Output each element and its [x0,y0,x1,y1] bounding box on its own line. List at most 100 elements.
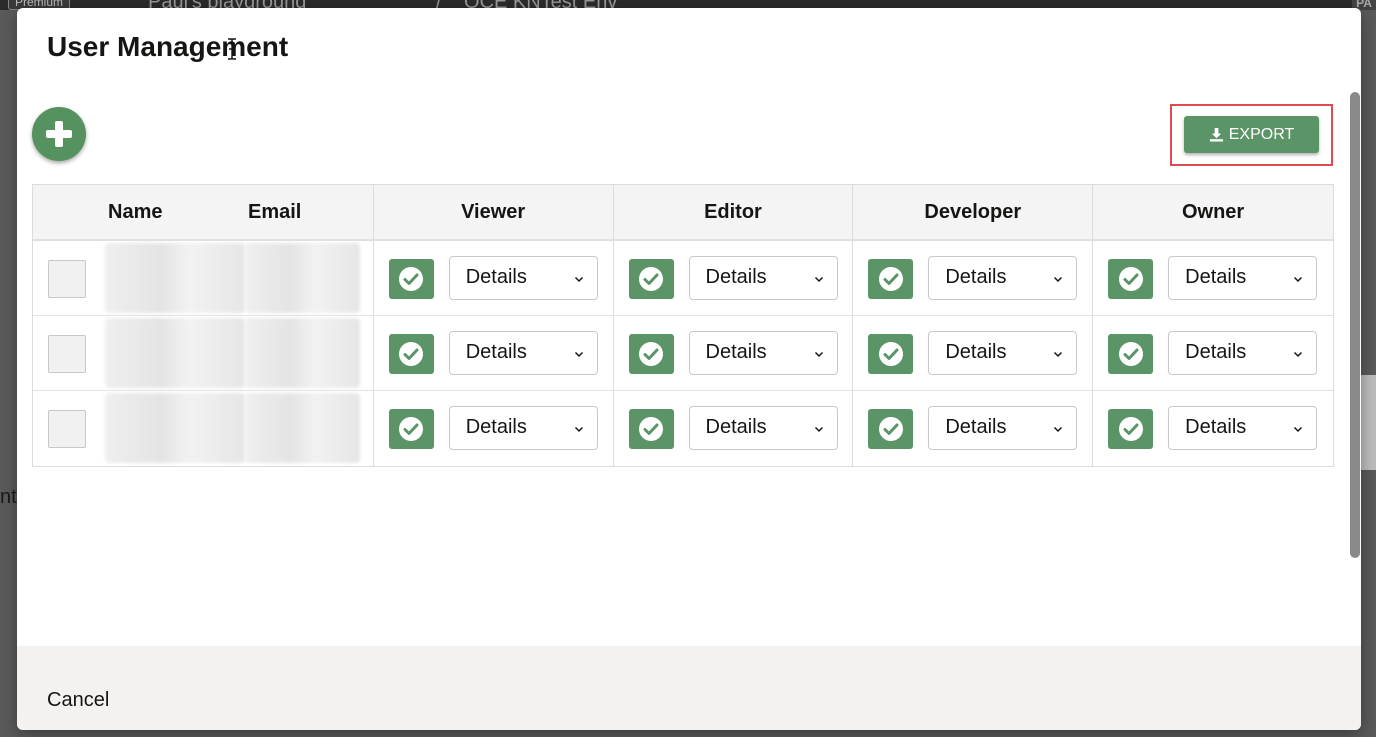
column-header-developer: Developer [924,201,1022,223]
dropdown-value: Details [1185,416,1247,438]
viewer-enabled-toggle[interactable] [388,259,434,299]
table-header-row: Name Email Viewer Editor Developer Owner [33,185,1333,241]
editor-details-dropdown[interactable]: Details [688,406,838,450]
download-icon [1209,127,1223,142]
owner-details-dropdown[interactable]: Details [1168,406,1318,450]
owner-details-dropdown[interactable]: Details [1168,331,1318,375]
viewer-cell: Details [374,241,614,315]
chevron-down-icon [1054,426,1063,433]
developer-cell: Details [853,241,1094,315]
editor-details-dropdown[interactable]: Details [688,331,838,375]
chevron-down-icon [1054,276,1063,283]
check-circle-icon [878,267,903,291]
dropdown-value: Details [705,416,767,438]
chevron-down-icon [1294,276,1303,283]
viewer-details-dropdown[interactable]: Details [448,406,598,450]
chevron-down-icon [574,426,583,433]
column-header-name[interactable]: Name [108,185,162,239]
check-circle-icon [399,342,424,366]
column-header-editor: Editor [704,201,762,223]
developer-enabled-toggle[interactable] [868,334,914,374]
editor-enabled-toggle[interactable] [628,409,674,449]
export-label: EXPORT [1228,125,1295,143]
owner-enabled-toggle[interactable] [1108,259,1154,299]
dialog-scrollbar[interactable] [1350,92,1360,558]
editor-cell: Details [614,316,854,390]
dropdown-value: Details [465,341,527,363]
row-select-checkbox[interactable] [48,335,86,373]
dropdown-value: Details [705,266,767,288]
viewer-cell: Details [374,391,614,466]
chevron-down-icon [574,351,583,358]
dropdown-value: Details [1185,341,1247,363]
check-circle-icon [399,417,424,441]
developer-enabled-toggle[interactable] [868,409,914,449]
table-row: Details Details Details Details [33,391,1333,466]
owner-cell: Details [1093,241,1333,315]
developer-details-dropdown[interactable]: Details [928,256,1078,300]
dropdown-value: Details [945,341,1007,363]
text-cursor-icon [228,38,236,60]
check-circle-icon [639,417,664,441]
owner-cell: Details [1093,316,1333,390]
table-row: Details Details Details Details [33,241,1333,316]
developer-enabled-toggle[interactable] [868,259,914,299]
plus-icon [46,121,72,147]
chevron-down-icon [574,276,583,283]
background-side-panel [1361,375,1376,470]
dialog-footer: Cancel [17,646,1361,730]
editor-cell: Details [614,391,854,466]
editor-details-dropdown[interactable]: Details [688,256,838,300]
chevron-down-icon [814,276,823,283]
row-select-checkbox[interactable] [48,410,86,448]
background-text-fragment: nt [0,486,17,508]
developer-details-dropdown[interactable]: Details [928,406,1078,450]
check-circle-icon [639,342,664,366]
owner-cell: Details [1093,391,1333,466]
owner-details-dropdown[interactable]: Details [1168,256,1318,300]
column-header-email[interactable]: Email [248,185,301,239]
user-email-redacted [245,318,360,388]
viewer-enabled-toggle[interactable] [388,334,434,374]
developer-details-dropdown[interactable]: Details [928,331,1078,375]
viewer-enabled-toggle[interactable] [388,409,434,449]
dropdown-value: Details [705,341,767,363]
user-management-dialog: User Management EXPORT Name Email Viewer… [17,8,1361,730]
developer-cell: Details [853,316,1094,390]
dropdown-value: Details [465,266,527,288]
user-email-redacted [245,243,360,313]
owner-enabled-toggle[interactable] [1108,334,1154,374]
chevron-down-icon [1294,426,1303,433]
check-circle-icon [399,267,424,291]
export-button[interactable]: EXPORT [1184,116,1319,153]
viewer-cell: Details [374,316,614,390]
user-name-redacted [105,243,245,313]
check-circle-icon [1118,342,1143,366]
editor-enabled-toggle[interactable] [628,259,674,299]
viewer-details-dropdown[interactable]: Details [448,331,598,375]
user-table: Name Email Viewer Editor Developer Owner… [32,184,1334,467]
table-row: Details Details Details Details [33,316,1333,391]
dialog-title: User Management [47,31,289,62]
check-circle-icon [878,417,903,441]
developer-cell: Details [853,391,1094,466]
column-header-owner: Owner [1181,201,1245,223]
dropdown-value: Details [1185,266,1247,288]
check-circle-icon [1118,267,1143,291]
add-user-button[interactable] [32,107,86,161]
user-email-redacted [245,393,360,463]
cancel-button[interactable]: Cancel [47,688,109,712]
user-name-redacted [105,318,245,388]
owner-enabled-toggle[interactable] [1108,409,1154,449]
chevron-down-icon [1054,351,1063,358]
chevron-down-icon [1294,351,1303,358]
editor-enabled-toggle[interactable] [628,334,674,374]
row-select-checkbox[interactable] [48,260,86,298]
dropdown-value: Details [945,266,1007,288]
editor-cell: Details [614,241,854,315]
viewer-details-dropdown[interactable]: Details [448,256,598,300]
dropdown-value: Details [945,416,1007,438]
chevron-down-icon [814,351,823,358]
dropdown-value: Details [465,416,527,438]
check-circle-icon [639,267,664,291]
